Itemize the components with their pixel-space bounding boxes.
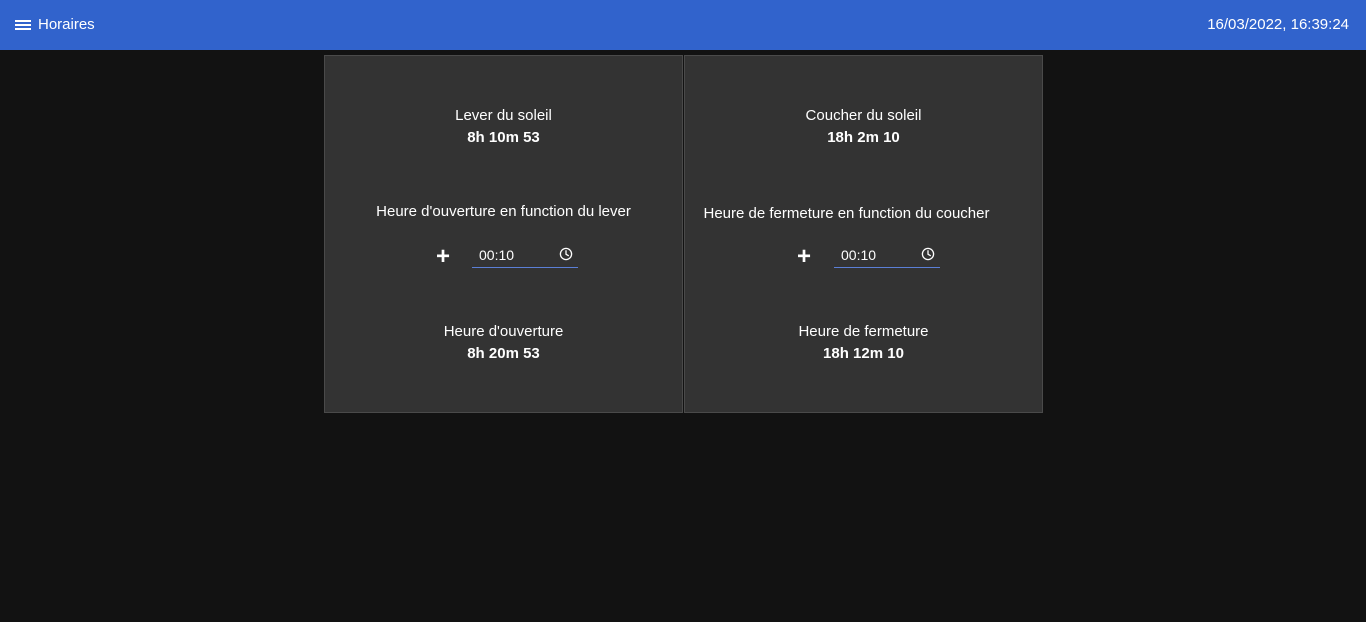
menu-icon[interactable] — [12, 14, 34, 36]
plus-icon: + — [435, 243, 450, 270]
opening-offset-label: Heure d'ouverture en function du lever — [376, 203, 631, 220]
opening-time-label: Heure d'ouverture — [443, 323, 564, 340]
opening-offset-row: + 00:10 — [325, 245, 682, 275]
sunrise-label: Lever du soleil — [455, 107, 552, 124]
opening-offset-label-block: Heure d'ouverture en function du lever — [325, 201, 682, 223]
closing-offset-time-value: 00:10 — [841, 247, 877, 263]
opening-offset-time-value: 00:10 — [479, 247, 515, 263]
closing-offset-label: Heure de fermeture en function du couche… — [703, 205, 990, 222]
plus-icon: + — [796, 243, 811, 270]
closing-time-label: Heure de fermeture — [798, 323, 929, 340]
closing-offset-time-input[interactable]: 00:10 — [834, 245, 940, 268]
closing-time-block: Heure de fermeture 18h 12m 10 — [685, 321, 1042, 365]
sunset-card: Coucher du soleil 18h 2m 10 Heure de fer… — [684, 55, 1043, 413]
clock-icon[interactable] — [559, 247, 573, 261]
current-datetime: 16/03/2022, 16:39:24 — [1207, 16, 1349, 33]
sunrise-card: Lever du soleil 8h 10m 53 Heure d'ouvert… — [324, 55, 683, 413]
opening-offset-time-input[interactable]: 00:10 — [472, 245, 578, 268]
sunset-time: 18h 2m 10 — [827, 129, 900, 146]
clock-icon[interactable] — [921, 247, 935, 261]
sunrise-block: Lever du soleil 8h 10m 53 — [325, 105, 682, 149]
sunset-block: Coucher du soleil 18h 2m 10 — [685, 105, 1042, 149]
opening-time-value: 8h 20m 53 — [467, 345, 540, 362]
sunset-label: Coucher du soleil — [805, 107, 922, 124]
closing-offset-row: + 00:10 — [685, 245, 1042, 275]
page-title: Horaires — [38, 16, 95, 33]
app-bar: Horaires 16/03/2022, 16:39:24 — [0, 0, 1366, 50]
sunrise-time: 8h 10m 53 — [467, 129, 540, 146]
closing-time-value: 18h 12m 10 — [823, 345, 904, 362]
opening-time-block: Heure d'ouverture 8h 20m 53 — [325, 321, 682, 365]
closing-offset-label-block: Heure de fermeture en function du couche… — [668, 203, 1025, 225]
